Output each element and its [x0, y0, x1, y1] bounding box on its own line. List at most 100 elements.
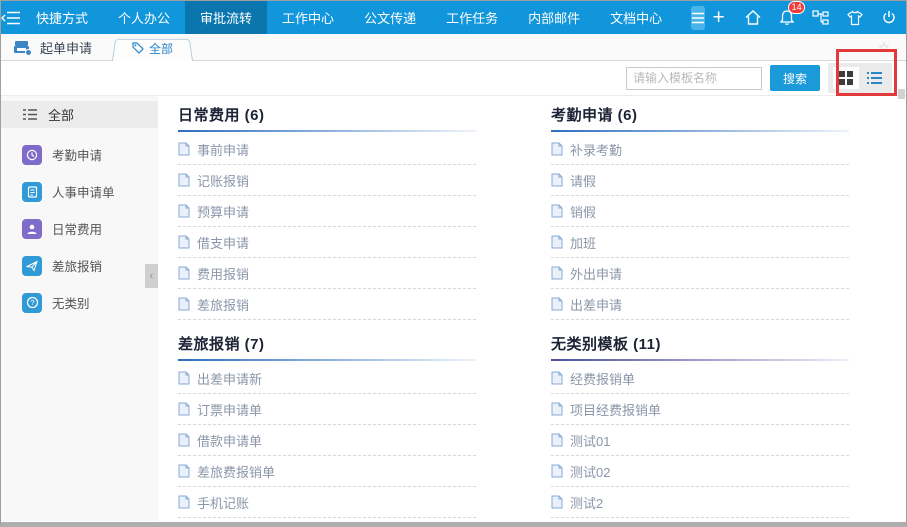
plane-icon	[22, 255, 42, 276]
favorite-star-icon[interactable]: ☆	[877, 39, 890, 56]
start-request-icon	[14, 40, 32, 56]
list-view-button[interactable]	[861, 67, 887, 89]
menu-item-document-center[interactable]: 文档中心	[595, 1, 677, 34]
sidebar-item-daily-expense[interactable]: 日常费用	[1, 218, 158, 239]
theme-skin-button[interactable]	[841, 4, 868, 31]
clock-icon	[22, 144, 42, 165]
sidebar-item-attendance[interactable]: 考勤申请	[1, 144, 158, 165]
add-button[interactable]: +	[705, 4, 732, 31]
person-icon	[22, 218, 42, 239]
template-link[interactable]: 测试02	[551, 456, 849, 487]
template-list-area: 日常费用 (6) 事前申请 记账报销 预算申请 借支申请 费用报销 差旅报销 考…	[158, 96, 906, 521]
template-link[interactable]: 费用报销	[178, 258, 476, 289]
notifications-button[interactable]: 14	[773, 1, 806, 31]
tshirt-icon	[846, 10, 863, 25]
grid-view-button[interactable]	[833, 67, 859, 89]
search-button[interactable]: 搜索	[769, 65, 820, 91]
template-link[interactable]: 差旅费报销单	[178, 456, 476, 487]
hamburger-icon	[692, 12, 705, 23]
template-link[interactable]: 出差申请新	[178, 363, 476, 394]
sidebar-item-label: 全部	[48, 108, 75, 123]
file-icon	[178, 464, 190, 478]
template-name: 事前申请	[197, 142, 250, 158]
menu-item-internal-mail[interactable]: 内部邮件	[513, 1, 595, 34]
sidebar-item-label: 人事申请单	[52, 186, 115, 200]
template-name: 外出申请	[570, 266, 623, 282]
menu-item-document-delivery[interactable]: 公文传递	[349, 1, 431, 34]
template-link[interactable]: 手机记账	[178, 487, 476, 518]
template-link[interactable]: 测试2	[551, 487, 849, 518]
template-search-input[interactable]	[625, 66, 762, 90]
tab-all-label: 全部	[149, 41, 174, 56]
section-travel-reimburse: 差旅报销 (7) 出差申请新 订票申请单 借款申请单 差旅费报销单 手机记账	[178, 333, 476, 521]
section-heading: 差旅报销 (7)	[178, 336, 265, 353]
template-link[interactable]: 补录考勤	[551, 134, 849, 165]
menu-item-shortcuts[interactable]: 快捷方式	[21, 1, 103, 34]
logout-button[interactable]	[875, 4, 902, 31]
section-underline	[551, 130, 849, 132]
scrollbar-thumb[interactable]	[898, 89, 905, 99]
more-menu-button[interactable]	[691, 5, 706, 30]
template-link[interactable]: 请假	[551, 165, 849, 196]
file-icon	[551, 235, 563, 249]
template-link[interactable]: 预算申请	[178, 196, 476, 227]
collapse-menu-icon	[1, 11, 20, 24]
file-icon	[178, 297, 190, 311]
template-link[interactable]: 借款申请单	[178, 425, 476, 456]
sidebar-item-hr-request[interactable]: 人事申请单	[1, 181, 158, 202]
sidebar-item-all[interactable]: 全部	[1, 101, 158, 128]
sitemap-icon	[812, 9, 829, 25]
template-link[interactable]: 订票申请单	[178, 394, 476, 425]
file-icon	[551, 433, 563, 447]
template-link[interactable]: 采购订单	[178, 518, 476, 521]
menu-item-work-tasks[interactable]: 工作任务	[431, 1, 513, 34]
template-link[interactable]: 测试01	[551, 425, 849, 456]
tab-all[interactable]: 全部	[116, 36, 189, 60]
template-link[interactable]: 经费报销单	[551, 363, 849, 394]
template-name: 项目经费报销单	[570, 402, 662, 418]
sidebar-item-uncategorized[interactable]: ? 无类别	[1, 292, 158, 313]
template-name: 借支申请	[197, 235, 250, 251]
template-link[interactable]: 出差申请	[551, 289, 849, 320]
main-menu: 快捷方式 个人办公 审批流转 工作中心 公文传递 工作任务 内部邮件 文档中心	[21, 1, 677, 34]
section-underline	[178, 359, 476, 361]
template-link[interactable]: 事前申请	[178, 134, 476, 165]
template-name: 销假	[570, 204, 597, 220]
section-heading: 日常费用 (6)	[178, 107, 265, 124]
sidebar-collapse-handle[interactable]: ‹	[145, 264, 158, 288]
question-circle-icon: ?	[22, 292, 42, 313]
org-structure-button[interactable]	[807, 4, 834, 31]
template-link[interactable]: 项目经费报销单	[551, 394, 849, 425]
sidebar-item-travel-reimburse[interactable]: 差旅报销	[1, 255, 158, 276]
section-daily-expense: 日常费用 (6) 事前申请 记账报销 预算申请 借支申请 费用报销 差旅报销	[178, 104, 476, 320]
list-view-icon	[866, 72, 882, 84]
template-name: 请假	[570, 173, 597, 189]
file-icon	[551, 371, 563, 385]
template-link[interactable]: 借支申请	[178, 227, 476, 258]
file-icon	[551, 266, 563, 280]
file-icon	[178, 433, 190, 447]
sidebar-item-label: 无类别	[52, 297, 90, 311]
menu-item-personal-office[interactable]: 个人办公	[103, 1, 185, 34]
menu-item-approval-flow[interactable]: 审批流转	[185, 1, 268, 34]
template-link[interactable]: word文档审批单	[551, 518, 849, 521]
collapse-menu-button[interactable]	[1, 1, 21, 34]
section-attendance: 考勤申请 (6) 补录考勤 请假 销假 加班 外出申请 出差申请	[551, 104, 849, 320]
template-link[interactable]: 加班	[551, 227, 849, 258]
template-link[interactable]: 差旅报销	[178, 289, 476, 320]
category-sidebar: 全部 考勤申请 人事申请单 日常费用 差旅报销 ? 无类别 ‹	[1, 96, 158, 521]
home-button[interactable]	[739, 4, 766, 31]
template-link[interactable]: 销假	[551, 196, 849, 227]
template-link[interactable]: 外出申请	[551, 258, 849, 289]
file-icon	[551, 297, 563, 311]
template-name: 加班	[570, 235, 597, 251]
file-icon	[551, 204, 563, 218]
file-icon	[178, 402, 190, 416]
template-name: 测试02	[570, 464, 611, 480]
section-heading: 考勤申请 (6)	[551, 107, 638, 124]
menu-item-work-center[interactable]: 工作中心	[267, 1, 349, 34]
template-link[interactable]: 记账报销	[178, 165, 476, 196]
page-title: 起单申请	[40, 40, 93, 56]
page-header: 起单申请	[13, 38, 116, 57]
power-icon	[882, 11, 895, 24]
